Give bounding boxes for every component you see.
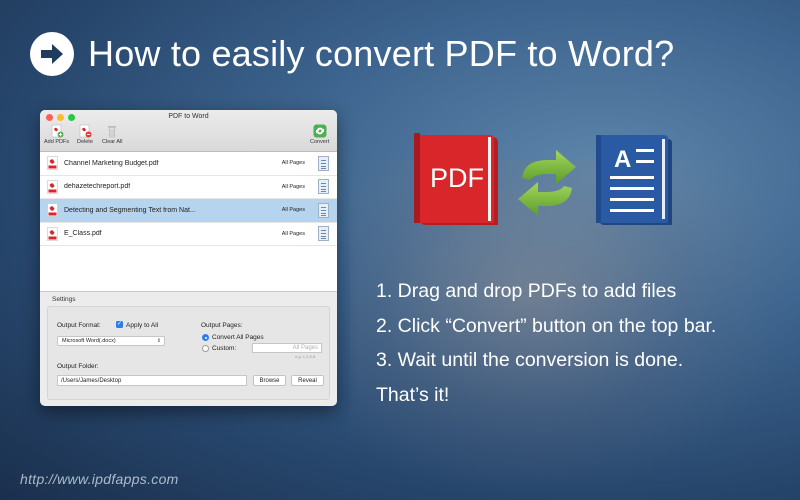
delete-button[interactable]: Delete [77,124,93,145]
delete-pdf-icon [78,124,92,138]
file-pages[interactable]: All Pages [282,231,305,237]
add-pdfs-button[interactable]: Add PDFs [44,124,69,145]
output-format-select[interactable]: Microsoft Word(.docx) ⇕ [57,336,165,346]
custom-pages-input[interactable]: All Pages [252,343,322,353]
file-name: Channel Marketing Budget.pdf [64,159,159,167]
reveal-button[interactable]: Reveal [291,375,324,386]
word-document-icon: A [596,135,672,227]
settings-section: Settings Output Format: ✓ Apply to All M… [40,292,337,400]
headline: How to easily convert PDF to Word? [30,26,674,82]
file-pages[interactable]: All Pages [282,207,305,213]
word-doc-icon [318,202,329,218]
pdf-file-icon [47,156,58,171]
apply-to-all-checkbox[interactable]: ✓ [116,321,123,328]
file-row[interactable]: Channel Marketing Budget.pdf All Pages [40,152,337,176]
website-url: http://www.ipdfapps.com [20,471,179,487]
file-pages[interactable]: All Pages [282,184,305,190]
pdf-book-icon: PDF [414,133,500,229]
step-done: That’s it! [376,383,450,406]
file-pages[interactable]: All Pages [282,160,305,166]
instructions: 1. Drag and drop PDFs to add files 2. Cl… [376,274,716,412]
file-name: E_Class.pdf [64,230,102,238]
step-3: 3. Wait until the conversion is done. [376,349,684,371]
file-name: Detecting and Segmenting Text from Nat..… [64,206,196,214]
file-row[interactable]: E_Class.pdf All Pages [40,223,337,246]
file-list: Channel Marketing Budget.pdf All Pages d… [40,152,337,292]
word-letter: A [614,146,631,173]
convert-all-pages-radio[interactable] [202,334,209,341]
app-window: PDF to Word Add PDFs Delete Clear All Co… [40,110,337,406]
word-doc-icon [318,179,329,195]
step-2: 2. Click “Convert” button on the top bar… [376,314,717,337]
step-1: 1. Drag and drop PDFs to add files [376,280,677,302]
pdf-file-icon [47,226,58,241]
settings-label: Settings [52,296,76,303]
window-title: PDF to Word [168,113,209,120]
output-pages-label: Output Pages: [201,322,243,329]
convert-label: Convert [310,139,330,145]
clear-all-button[interactable]: Clear All [102,124,122,145]
file-name: dehazetechreport.pdf [64,183,131,191]
select-arrows-icon: ⇕ [156,338,161,344]
custom-pages-hint: e.g. 1,3,5-8 [295,354,316,359]
file-row[interactable]: Detecting and Segmenting Text from Nat..… [40,199,337,223]
pdf-file-icon [47,179,58,194]
output-format-label: Output Format: [57,322,101,329]
convert-button[interactable]: Convert [310,124,329,145]
browse-button[interactable]: Browse [253,375,286,386]
delete-label: Delete [77,139,93,145]
add-pdf-icon [50,124,64,138]
add-pdfs-label: Add PDFs [44,139,70,145]
apply-to-all-label: Apply to All [126,322,159,329]
output-folder-input[interactable]: /Users/James/Desktop [57,375,247,386]
word-doc-icon [318,226,329,242]
arrow-right-icon [30,32,74,76]
headline-text: How to easily convert PDF to Word? [88,33,675,74]
custom-pages-radio[interactable] [202,345,209,352]
convert-icon [313,124,327,138]
titlebar: PDF to Word Add PDFs Delete Clear All Co… [40,110,337,152]
clear-all-label: Clear All [102,139,123,145]
file-row[interactable]: dehazetechreport.pdf All Pages [40,176,337,199]
settings-box: Output Format: ✓ Apply to All Microsoft … [47,306,330,400]
word-doc-icon [318,155,329,171]
swap-arrows-icon [516,150,578,216]
pdf-file-icon [47,203,58,218]
pdf-book-label: PDF [430,163,484,193]
convert-all-pages-label: Convert All Pages [212,334,264,341]
output-format-value: Microsoft Word(.docx) [62,338,116,344]
output-folder-label: Output Folder: [57,363,99,370]
custom-pages-label: Custom: [212,345,237,352]
trash-icon [105,124,119,138]
